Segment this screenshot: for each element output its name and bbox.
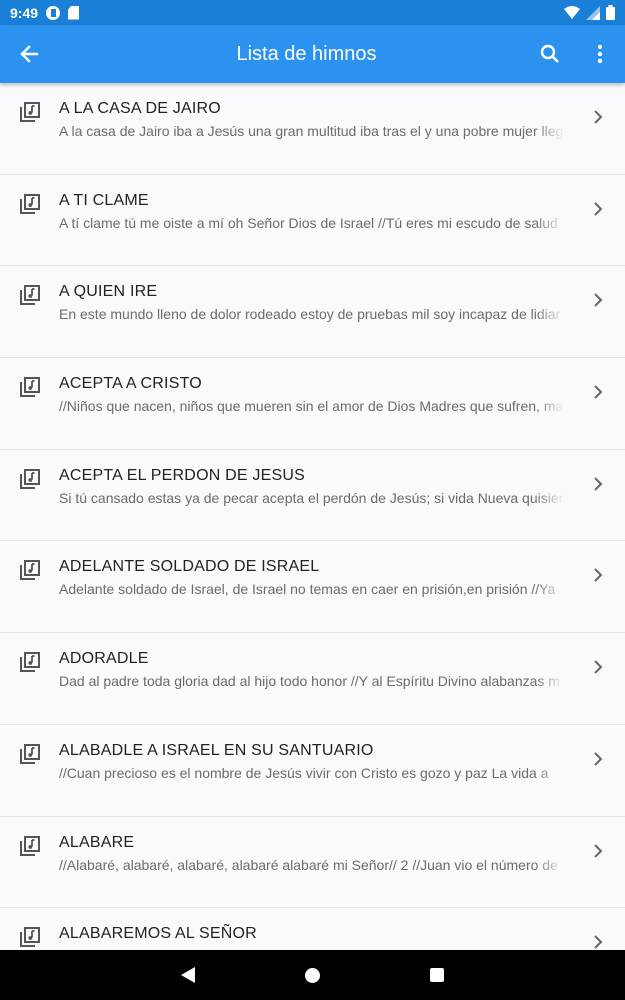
music-library-icon — [20, 927, 40, 948]
hymn-title: ALABARE — [59, 833, 135, 851]
nav-home-button[interactable] — [305, 967, 320, 983]
battery-icon — [606, 5, 615, 20]
arrow-back-icon — [20, 45, 39, 63]
chevron-right-icon — [594, 752, 603, 766]
system-nav-bar — [0, 950, 625, 1000]
hymn-list-item[interactable]: A QUIEN IRE En este mundo lleno de dolor… — [0, 266, 625, 359]
chevron-right-icon — [594, 477, 603, 491]
status-time: 9:49 — [10, 4, 39, 21]
music-library-icon — [20, 285, 40, 306]
hymn-title: ALABADLE A ISRAEL EN SU SANTUARIO — [59, 741, 374, 759]
chevron-right-icon — [594, 293, 603, 308]
wifi-icon — [564, 5, 580, 19]
overflow-menu-button[interactable] — [575, 25, 625, 83]
hymn-list-item[interactable]: ACEPTA EL PERDON DE JESUS Si tú cansado … — [0, 449, 625, 542]
chevron-right-icon — [594, 110, 603, 124]
hymn-list-item[interactable]: ACEPTA A CRISTO //Niños que nacen, niños… — [0, 358, 625, 450]
music-library-icon — [20, 102, 40, 122]
hymn-list-item[interactable]: ALABAREMOS AL SEÑOR — [0, 908, 625, 950]
status-bar: 9:49 — [0, 0, 625, 25]
hymn-list-item[interactable]: ALABARE //Alabaré, alabaré, alabaré, ala… — [0, 816, 625, 909]
hymn-preview: A la casa de Jairo iba a Jesús una gran … — [59, 123, 564, 139]
app-bar: Lista de himnos — [0, 25, 625, 83]
hymn-list-item[interactable]: ADELANTE SOLDADO DE ISRAEL Adelante sold… — [0, 541, 625, 634]
hymn-list-item[interactable]: ALABADLE A ISRAEL EN SU SANTUARIO //Cuan… — [0, 724, 625, 817]
hymn-list-item[interactable]: A LA CASA DE JAIRO A la casa de Jairo ib… — [0, 83, 625, 175]
music-library-icon — [20, 743, 40, 764]
hymn-preview: Adelante soldado de Israel, de Israel no… — [59, 581, 556, 598]
hymn-preview: A tí clame tú me oiste a mí oh Señor Dio… — [59, 214, 558, 231]
hymn-preview: Dad al padre toda gloria dad al hijo tod… — [59, 673, 560, 690]
chevron-right-icon — [594, 843, 603, 858]
chevron-right-icon — [594, 568, 603, 583]
chevron-right-icon — [594, 201, 603, 216]
chevron-right-icon — [594, 385, 603, 399]
hymn-title: ADORADLE — [59, 650, 149, 668]
hymn-list-item[interactable]: A TI CLAME A tí clame tú me oiste a mí o… — [0, 174, 625, 267]
hymn-title: ADELANTE SOLDADO DE ISRAEL — [59, 558, 320, 576]
search-icon — [540, 44, 559, 63]
music-library-icon — [20, 560, 40, 581]
sd-card-icon — [68, 5, 80, 20]
search-button[interactable] — [525, 25, 575, 83]
nav-back-button[interactable] — [181, 967, 195, 983]
hymn-preview: En este mundo lleno de dolor rodeado est… — [59, 306, 561, 323]
music-library-icon — [20, 652, 40, 673]
hymn-title: ALABAREMOS AL SEÑOR — [59, 925, 257, 943]
hymn-list-item[interactable]: ADORADLE Dad al padre toda gloria dad al… — [0, 633, 625, 725]
music-library-icon — [20, 835, 40, 856]
hymn-preview: //Cuan precioso es el nombre de Jesús vi… — [59, 764, 549, 781]
hymn-title: ACEPTA EL PERDON DE JESUS — [59, 466, 305, 484]
nav-recents-button[interactable] — [430, 968, 444, 982]
page-title: Lista de himnos — [236, 42, 377, 65]
music-library-icon — [20, 468, 40, 489]
chevron-right-icon — [594, 935, 603, 949]
music-library-icon — [20, 193, 40, 214]
more-vert-icon — [597, 44, 603, 64]
hymn-title: ACEPTA A CRISTO — [59, 375, 202, 393]
hymn-preview: //Alabaré, alabaré, alabaré, alabaré ala… — [59, 856, 558, 873]
hymn-title: A LA CASA DE JAIRO — [59, 100, 221, 117]
hymn-title: A QUIEN IRE — [59, 283, 158, 301]
back-button[interactable] — [0, 25, 58, 83]
notification-app-icon — [46, 5, 61, 20]
chevron-right-icon — [594, 660, 603, 674]
hymn-preview: //Niños que nacen, niños que mueren sin … — [59, 398, 564, 415]
music-library-icon — [20, 377, 40, 398]
hymn-list: A LA CASA DE JAIRO A la casa de Jairo ib… — [0, 83, 625, 950]
hymn-preview: Si tú cansado estas ya de pecar acepta e… — [59, 489, 564, 506]
hymn-title: A TI CLAME — [59, 191, 149, 209]
signal-icon — [586, 5, 600, 20]
